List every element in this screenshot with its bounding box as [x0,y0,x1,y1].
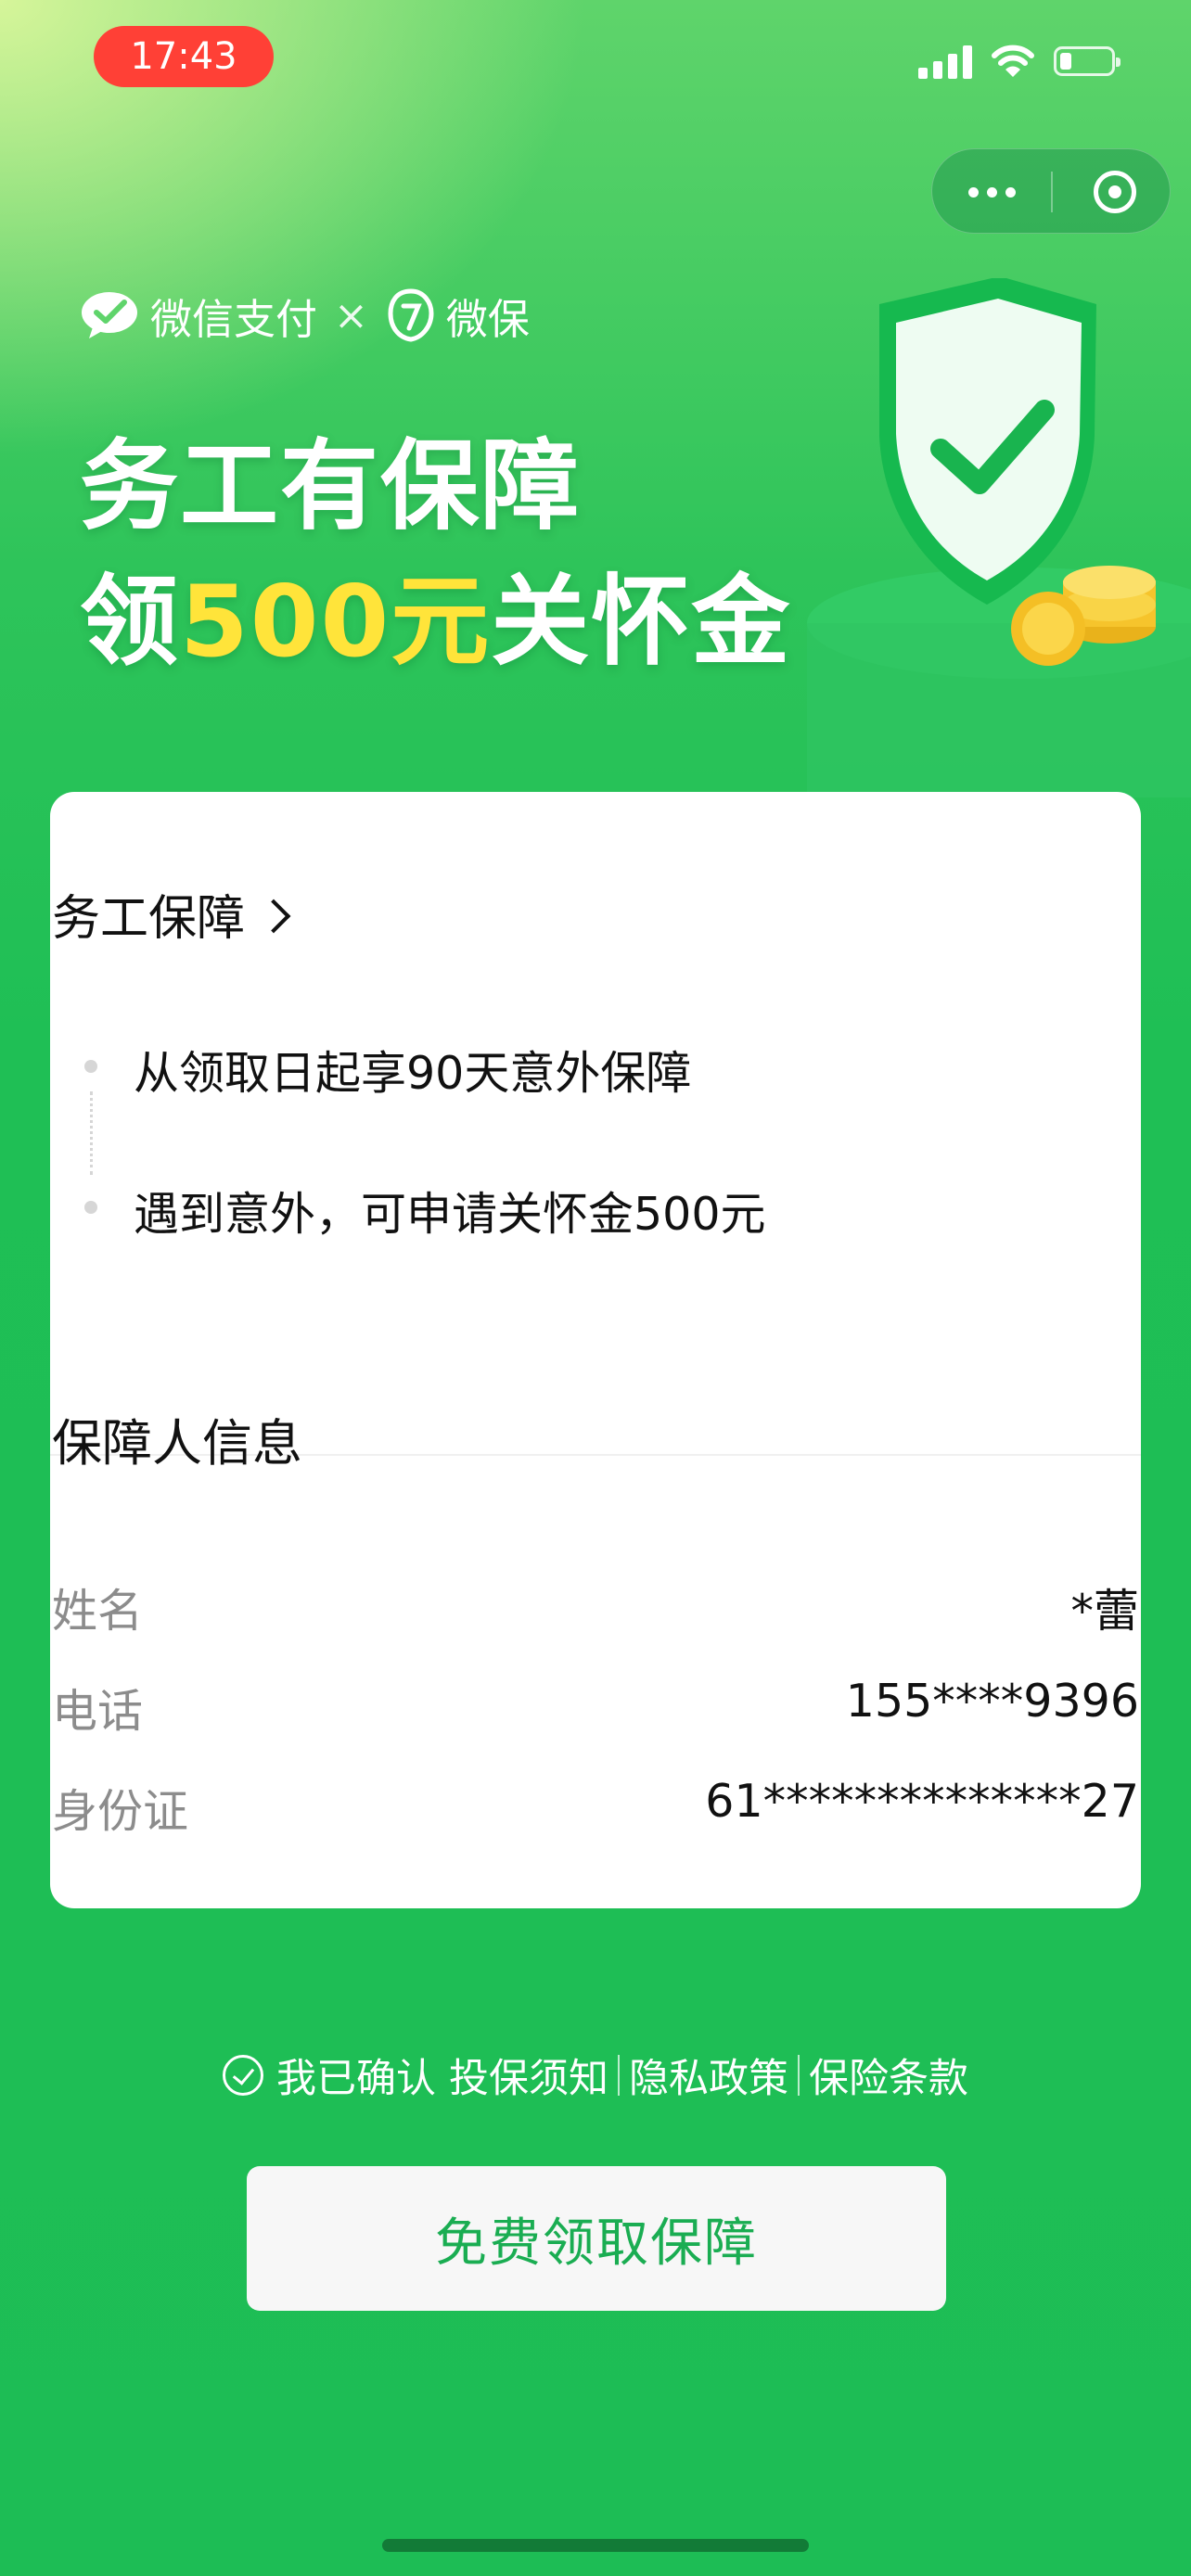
bullet-dot-icon [84,1201,97,1214]
name-value: *蕾 [1070,1585,1139,1638]
agree-label: 我已确认 [276,2056,436,2102]
coverage-point: 从领取日起享90天意外保障 [134,1047,692,1100]
miniprogram-capsule [931,148,1171,234]
capsule-divider [1051,172,1053,212]
id-label: 身份证 [52,1785,189,1838]
insured-title: 保障人信息 [52,1414,302,1473]
chevron-right-icon [256,899,291,934]
hero-line-1: 务工有保障 [80,429,581,543]
more-dots-icon[interactable] [932,149,1051,235]
privacy-link[interactable]: 隐私政策 [629,2047,788,2104]
home-indicator[interactable] [382,2539,809,2552]
brand-separator: × [334,291,368,339]
brand-row: 微信支付 × 微保 [80,286,530,345]
target-circle-icon[interactable] [1094,171,1136,213]
battery-icon [1054,46,1121,76]
coverage-title-link[interactable]: 务工保障 [52,879,291,949]
status-icons [918,43,1121,80]
hero-amount: 500元 [180,565,492,679]
link-divider [618,2055,620,2096]
weibao-logo-icon [388,288,434,342]
link-divider [798,2055,800,2096]
timeline-dashes [90,1091,93,1175]
phone-label: 电话 [52,1685,144,1738]
status-time: 17:43 [94,26,274,87]
cellular-signal-icon [918,44,972,79]
brand-wechat-pay: 微信支付 [150,294,318,344]
terms-link[interactable]: 保险条款 [809,2047,968,2104]
shield-check-illustration [807,278,1191,797]
wifi-icon [992,45,1034,77]
name-label: 姓名 [52,1585,144,1638]
coverage-title: 务工保障 [52,891,246,947]
coverage-point: 遇到意外，可申请关怀金500元 [134,1188,766,1241]
claim-insurance-button[interactable]: 免费领取保障 [247,2166,946,2311]
insurance-card [50,792,1141,1908]
notice-link[interactable]: 投保须知 [449,2047,608,2104]
wechat-pay-logo-icon [82,292,137,338]
hero-line-2: 领500元关怀金 [80,565,792,679]
id-value: 61**************27 [705,1775,1139,1828]
hero-headline: 务工有保障 领500元关怀金 [80,419,791,690]
brand-weibao: 微保 [445,294,530,344]
bullet-dot-icon [84,1060,97,1073]
agreement-row: 我已确认 投保须知 隐私政策 保险条款 [0,2040,1191,2111]
agree-checkbox[interactable] [223,2055,263,2096]
phone-value: 155****9396 [845,1675,1139,1728]
